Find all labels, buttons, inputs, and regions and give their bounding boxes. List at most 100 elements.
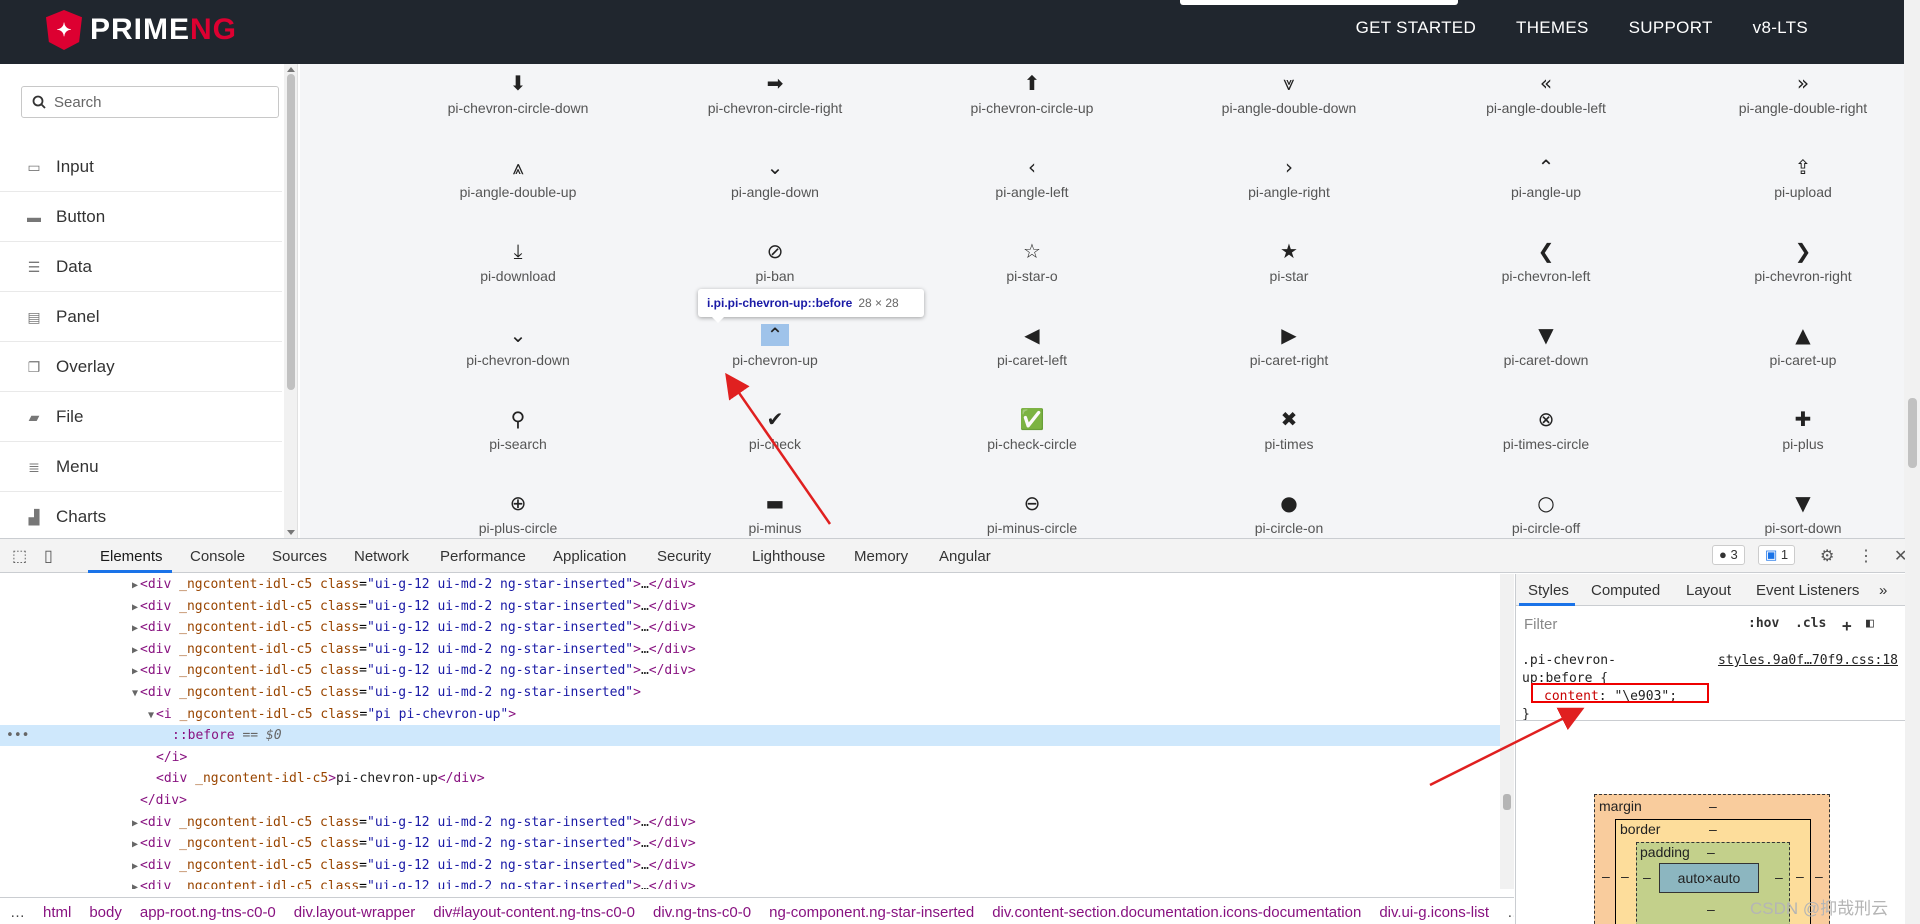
nav-themes[interactable]: THEMES (1516, 18, 1589, 38)
box-padding-top[interactable]: – (1707, 844, 1715, 860)
icon-cell[interactable]: ✅ pi-check-circle (912, 408, 1152, 478)
inspect-element-icon[interactable]: ⬚ (12, 546, 27, 566)
breadcrumb-item[interactable]: div#layout-content.ng-tns-c0-0 (433, 904, 635, 921)
page-scrollbar[interactable] (1904, 0, 1920, 538)
box-border-left[interactable]: – (1621, 868, 1629, 884)
primeng-logo[interactable]: ✦ PRIMENG (46, 10, 237, 50)
scroll-up-icon[interactable] (287, 67, 295, 72)
icon-cell[interactable]: ✖ pi-times (1169, 408, 1409, 478)
dom-node[interactable]: ▶ <div _ngcontent-idl-c5 class="ui-g-12 u… (0, 833, 696, 854)
breadcrumb-item[interactable]: app-root.ng-tns-c0-0 (140, 904, 276, 921)
breadcrumb-item[interactable]: div.content-section.documentation.icons-… (992, 904, 1361, 921)
tab-layout[interactable]: Layout (1686, 582, 1731, 599)
tab-angular[interactable]: Angular (939, 548, 991, 565)
icon-cell[interactable]: ☆ pi-star-o (912, 240, 1152, 310)
icon-cell[interactable]: ⊖ pi-minus-circle (912, 492, 1152, 538)
dom-node[interactable]: ▼ <div _ngcontent-idl-c5 class="ui-g-12 u… (0, 682, 641, 703)
nav-get-started[interactable]: GET STARTED (1356, 18, 1476, 38)
icon-cell[interactable]: ▶ pi-caret-right (1169, 324, 1409, 394)
new-rule-icon[interactable]: + (1842, 616, 1852, 635)
tab-styles[interactable]: Styles (1528, 582, 1569, 599)
tab-sources[interactable]: Sources (272, 548, 327, 565)
dom-node[interactable]: </i> (0, 747, 187, 768)
dom-node[interactable]: <div _ngcontent-idl-c5>pi-chevron-up</di… (0, 768, 485, 789)
icon-cell[interactable]: ⇪ pi-upload (1683, 156, 1904, 226)
class-toggle[interactable]: .cls (1795, 616, 1826, 631)
icon-cell[interactable]: ✔ pi-check (655, 408, 895, 478)
box-margin-left[interactable]: – (1602, 868, 1610, 884)
dom-node[interactable]: ▶ <div _ngcontent-idl-c5 class="ui-g-12 u… (0, 639, 696, 660)
elements-scrollbar[interactable] (1500, 574, 1514, 889)
icon-cell[interactable]: ➡ pi-chevron-circle-right (655, 72, 895, 142)
box-border-top[interactable]: – (1709, 821, 1717, 837)
box-padding-bottom[interactable]: – (1707, 901, 1715, 917)
tab-network[interactable]: Network (354, 548, 409, 565)
icon-cell[interactable]: ⩔ pi-angle-double-down (1169, 72, 1409, 142)
sidebar-item-input[interactable]: ▭ Input (0, 142, 282, 192)
box-model-content[interactable]: auto×auto (1659, 863, 1759, 893)
icon-cell[interactable]: ❯ pi-chevron-right (1683, 240, 1904, 310)
tab-application[interactable]: Application (553, 548, 626, 565)
icon-cell[interactable]: › pi-angle-right (1169, 156, 1409, 226)
icon-cell[interactable]: ○ pi-circle-off (1426, 492, 1666, 538)
box-border-right[interactable]: – (1796, 868, 1804, 884)
sidebar-item-menu[interactable]: ≣ Menu (0, 442, 282, 492)
icon-cell[interactable]: « pi-angle-double-left (1426, 72, 1666, 142)
icon-cell[interactable]: ⌃ pi-angle-up (1426, 156, 1666, 226)
breadcrumb-item[interactable]: div.ng-tns-c0-0 (653, 904, 751, 921)
toggle-sidebar-icon[interactable]: ◧ (1866, 616, 1874, 631)
breadcrumb-item[interactable]: div.ui-g.icons-list (1379, 904, 1489, 921)
sidebar-item-charts[interactable]: ▟ Charts (0, 492, 282, 538)
icon-cell[interactable]: ⌄ pi-chevron-down (398, 324, 638, 394)
icon-cell[interactable]: ★ pi-star (1169, 240, 1409, 310)
nav-version[interactable]: v8-LTS (1753, 18, 1808, 38)
icon-cell[interactable]: ⊗ pi-times-circle (1426, 408, 1666, 478)
dom-node[interactable]: ▶ <div _ngcontent-idl-c5 class="ui-g-12 u… (0, 574, 696, 595)
hover-state-toggle[interactable]: :hov (1748, 616, 1779, 631)
devtools-right-scrollbar[interactable] (1905, 538, 1920, 924)
icon-cell[interactable]: ⬇ pi-chevron-circle-down (398, 72, 638, 142)
sidebar-item-file[interactable]: ▰ File (0, 392, 282, 442)
icon-cell[interactable]: ▼ pi-sort-down (1683, 492, 1904, 538)
tab-memory[interactable]: Memory (854, 548, 908, 565)
device-toolbar-icon[interactable]: ▯ (44, 546, 53, 566)
top-search-input[interactable] (1180, 0, 1458, 5)
page-scrollbar-thumb[interactable] (1908, 398, 1917, 468)
rule-source-link[interactable]: styles.9a0f…70f9.css:18 (1718, 652, 1898, 670)
tab-computed[interactable]: Computed (1591, 582, 1660, 599)
icon-cell[interactable]: ❮ pi-chevron-left (1426, 240, 1666, 310)
sidebar-item-button[interactable]: ▬ Button (0, 192, 282, 242)
icon-cell[interactable]: » pi-angle-double-right (1683, 72, 1904, 142)
dom-node[interactable]: ▶ <div _ngcontent-idl-c5 class="ui-g-12 u… (0, 660, 696, 681)
message-count-badge[interactable]: ▣ 1 (1758, 545, 1796, 565)
more-tabs-icon[interactable]: » (1879, 582, 1887, 599)
icon-cell[interactable]: ⬆ pi-chevron-circle-up (912, 72, 1152, 142)
icon-cell[interactable]: ▬ pi-minus (655, 492, 895, 538)
box-margin-right[interactable]: – (1815, 868, 1823, 884)
tab-event-listeners[interactable]: Event Listeners (1756, 582, 1859, 599)
breadcrumb-item[interactable]: ng-component.ng-star-inserted (769, 904, 974, 921)
scroll-down-icon[interactable] (287, 530, 295, 535)
icon-cell[interactable]: ✚ pi-plus (1683, 408, 1904, 478)
box-padding-left[interactable]: – (1643, 869, 1651, 885)
elements-scrollbar-thumb[interactable] (1503, 794, 1511, 810)
dom-node[interactable]: ▶ <div _ngcontent-idl-c5 class="ui-g-12 u… (0, 876, 696, 889)
nav-support[interactable]: SUPPORT (1629, 18, 1713, 38)
icon-cell[interactable]: ⌄ pi-angle-down (655, 156, 895, 226)
selected-node[interactable]: •••::before == $0 (0, 725, 1500, 747)
tab-lighthouse[interactable]: Lighthouse (752, 548, 825, 565)
error-count-badge[interactable]: ● 3 (1712, 545, 1745, 565)
icon-cell[interactable]: ⩓ pi-angle-double-up (398, 156, 638, 226)
sidebar-item-overlay[interactable]: ❐ Overlay (0, 342, 282, 392)
box-padding-right[interactable]: – (1775, 869, 1783, 885)
sidebar-item-data[interactable]: ☰ Data (0, 242, 282, 292)
icon-cell[interactable]: ‹ pi-angle-left (912, 156, 1152, 226)
tab-console[interactable]: Console (190, 548, 245, 565)
breadcrumb-item[interactable]: body (89, 904, 122, 921)
sidebar-item-panel[interactable]: ▤ Panel (0, 292, 282, 342)
sidebar-scrollbar[interactable] (284, 64, 297, 538)
more-options-icon[interactable]: ⋮ (1858, 546, 1874, 566)
breadcrumb-item[interactable]: … (10, 904, 25, 921)
tab-performance[interactable]: Performance (440, 548, 526, 565)
settings-gear-icon[interactable]: ⚙ (1820, 546, 1834, 566)
